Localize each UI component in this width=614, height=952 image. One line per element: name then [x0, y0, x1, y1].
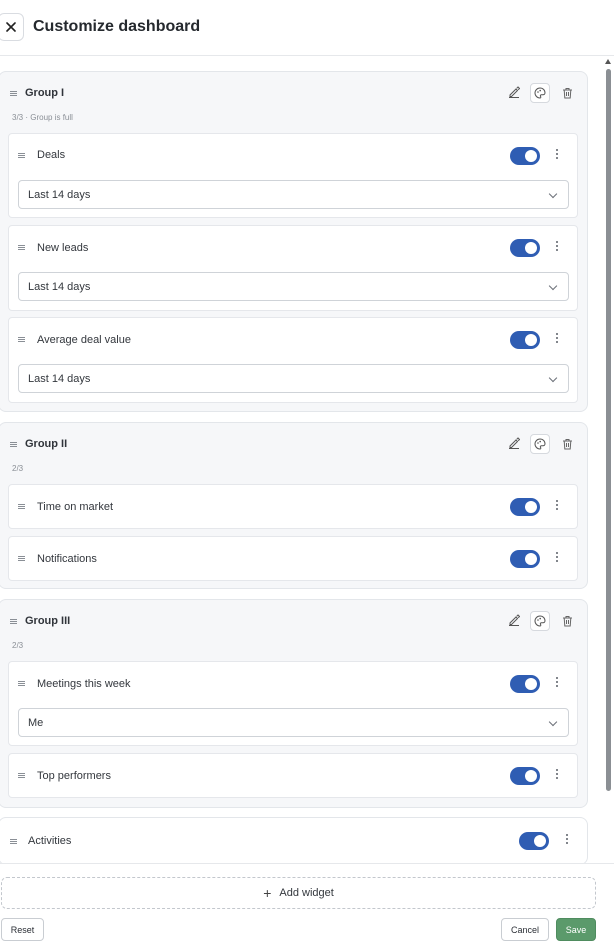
page-title: Customize dashboard [33, 18, 201, 35]
edit-button[interactable] [504, 433, 524, 453]
edit-button[interactable] [504, 82, 524, 102]
close-button[interactable] [0, 13, 24, 41]
more-options-icon[interactable] [553, 767, 561, 781]
widget-list[interactable]: Group I 3/3 · Group is full Deals Last 1… [0, 57, 614, 863]
delete-button[interactable] [557, 434, 577, 454]
more-options-icon[interactable] [553, 331, 561, 345]
pencil-icon [509, 86, 520, 98]
more-options-icon[interactable] [553, 147, 561, 161]
group-1: Group I 3/3 · Group is full Deals Last 1… [0, 71, 588, 412]
assignee-select[interactable]: Me [18, 708, 569, 737]
palette-icon [534, 438, 546, 450]
widget-label: Average deal value [37, 334, 131, 346]
drag-handle-icon[interactable] [10, 618, 17, 625]
drag-handle-icon[interactable] [10, 90, 17, 97]
group-3: Group III 2/3 Meetings this week Me Top … [0, 599, 588, 808]
delete-button[interactable] [557, 611, 577, 631]
date-range-select[interactable]: Last 14 days [18, 180, 569, 209]
group-title: Group I [25, 87, 65, 99]
reset-button[interactable]: Reset [1, 918, 44, 941]
widget-label: Top performers [37, 770, 111, 782]
widget-card: Average deal value Last 14 days [8, 317, 578, 403]
group-title: Group II [25, 438, 68, 450]
palette-icon [534, 615, 546, 627]
trash-icon [562, 88, 572, 99]
group-capacity: 2/3 [12, 464, 24, 473]
widget-toggle[interactable] [510, 239, 540, 257]
scrollbar-thumb[interactable] [606, 69, 611, 791]
date-range-select[interactable]: Last 14 days [18, 364, 569, 393]
drag-handle-icon[interactable] [18, 680, 25, 687]
cancel-button[interactable]: Cancel [501, 918, 549, 941]
widget-label: Meetings this week [37, 678, 131, 690]
group-2: Group II 2/3 Time on market Notification… [0, 422, 588, 589]
delete-button[interactable] [557, 83, 577, 103]
more-options-icon[interactable] [563, 832, 571, 846]
widget-card: Meetings this week Me [8, 661, 578, 746]
plus-icon: + [263, 885, 272, 901]
more-options-icon[interactable] [553, 239, 561, 253]
add-widget-label: Add widget [279, 887, 334, 899]
chevron-down-icon [548, 717, 558, 727]
trash-icon [562, 616, 572, 627]
scrollbar[interactable] [603, 57, 614, 863]
drag-handle-icon[interactable] [10, 441, 17, 448]
close-icon [6, 22, 16, 32]
chevron-down-icon [548, 281, 558, 291]
widget-card: New leads Last 14 days [8, 225, 578, 311]
group-title: Group III [25, 615, 71, 627]
widget-card: Notifications [8, 536, 578, 581]
widget-toggle[interactable] [510, 767, 540, 785]
widget-toggle[interactable] [510, 550, 540, 568]
color-button[interactable] [530, 434, 550, 454]
widget-toggle[interactable] [510, 498, 540, 516]
save-button[interactable]: Save [556, 918, 596, 941]
group-capacity: 2/3 [12, 641, 24, 650]
widget-card: Deals Last 14 days [8, 133, 578, 218]
pencil-icon [509, 437, 520, 449]
more-options-icon[interactable] [553, 675, 561, 689]
dialog-header: Customize dashboard [0, 0, 614, 56]
widget-toggle[interactable] [519, 832, 549, 850]
widget-label: Deals [37, 149, 66, 161]
drag-handle-icon[interactable] [18, 555, 25, 562]
color-button[interactable] [530, 611, 550, 631]
widget-toggle[interactable] [510, 147, 540, 165]
drag-handle-icon[interactable] [18, 772, 25, 779]
color-button[interactable] [530, 83, 550, 103]
pencil-icon [509, 614, 520, 626]
drag-handle-icon[interactable] [18, 244, 25, 251]
add-widget-button[interactable]: + Add widget [1, 877, 596, 909]
drag-handle-icon[interactable] [10, 838, 17, 845]
chevron-down-icon [548, 189, 558, 199]
drag-handle-icon[interactable] [18, 152, 25, 159]
chevron-down-icon [548, 373, 558, 383]
widget-toggle[interactable] [510, 675, 540, 693]
widget-toggle[interactable] [510, 331, 540, 349]
group-capacity: 3/3 · Group is full [12, 113, 73, 122]
trash-icon [562, 439, 572, 450]
dialog-footer: + Add widget Reset Cancel Save [0, 863, 614, 952]
more-options-icon[interactable] [553, 550, 561, 564]
edit-button[interactable] [504, 610, 524, 630]
palette-icon [534, 87, 546, 99]
widget-label: Time on market [37, 501, 114, 513]
drag-handle-icon[interactable] [18, 336, 25, 343]
widget-label: Notifications [37, 553, 97, 565]
widget-label: New leads [37, 242, 89, 254]
date-range-select[interactable]: Last 14 days [18, 272, 569, 301]
drag-handle-icon[interactable] [18, 503, 25, 510]
more-options-icon[interactable] [553, 498, 561, 512]
widget-card: Time on market [8, 484, 578, 529]
widget-label: Activities [28, 835, 72, 847]
scroll-up-arrow-icon[interactable] [605, 59, 611, 64]
widget-card: Activities [0, 817, 588, 863]
widget-card: Top performers [8, 753, 578, 798]
